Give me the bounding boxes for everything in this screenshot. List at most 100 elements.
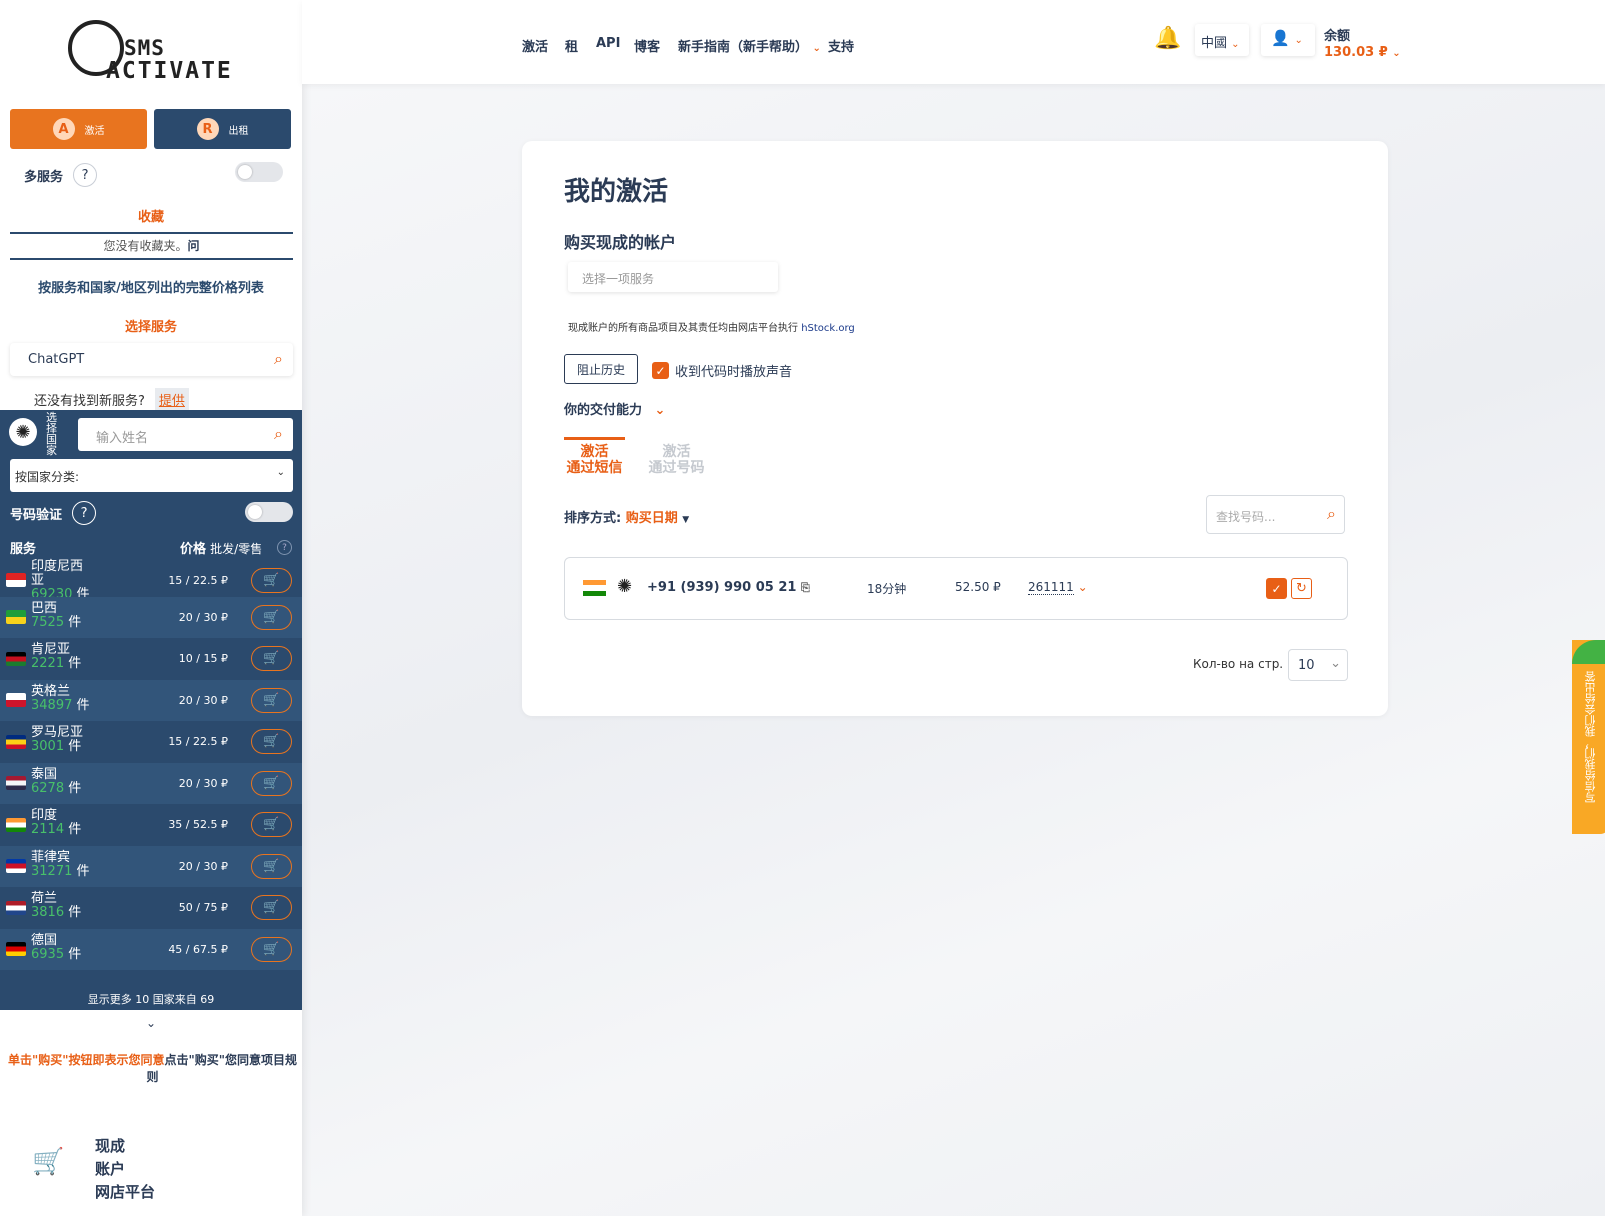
- buy-cart-button[interactable]: 🛒: [251, 646, 292, 671]
- country-row[interactable]: 罗马尼亚 3001 件 15 / 22.5 ₽ 🛒: [0, 721, 302, 762]
- service-select-input[interactable]: 选择一项服务: [568, 262, 778, 292]
- buy-cart-button[interactable]: 🛒: [251, 604, 292, 630]
- expand-chevron-icon[interactable]: ⌄: [0, 1016, 302, 1030]
- language-select[interactable]: 中國 ⌄: [1195, 24, 1249, 56]
- search-icon[interactable]: ⌕: [1327, 504, 1336, 524]
- activation-price: 52.50 ₽: [955, 580, 1001, 594]
- sound-checkbox[interactable]: ✓: [652, 362, 669, 379]
- count-unit: 件: [68, 656, 82, 671]
- country-row[interactable]: 巴西 7525 件 20 / 30 ₽ 🛒: [0, 596, 302, 638]
- not-found-text: 还没有找到新服务?: [34, 394, 145, 409]
- bell-icon[interactable]: 🔔: [1154, 26, 1181, 51]
- per-page-select[interactable]: 10 ⌄: [1288, 649, 1348, 681]
- sort-control[interactable]: 排序方式: 购买日期 ▼: [564, 507, 689, 526]
- search-icon[interactable]: ⌕: [274, 349, 283, 369]
- number-verify-toggle[interactable]: [245, 502, 293, 522]
- number-verify-help-icon[interactable]: ?: [72, 501, 97, 525]
- buy-cart-button[interactable]: 🛒: [251, 687, 292, 713]
- suggest-service-link[interactable]: 提供: [154, 388, 189, 411]
- service-select-placeholder: 选择一项服务: [582, 272, 655, 286]
- favorites-help-link[interactable]: 问: [188, 239, 200, 253]
- hstock-link[interactable]: hStock.org: [801, 323, 855, 334]
- nav-api[interactable]: API: [596, 36, 620, 51]
- marketplace-link[interactable]: 现成 账户 网店平台: [95, 1135, 155, 1204]
- chevron-down-icon: ⌄: [654, 403, 666, 418]
- nav-activate[interactable]: 激活: [522, 36, 548, 55]
- flag-icon: [6, 776, 26, 790]
- country-name: 菲律宾 31271 件: [31, 850, 90, 879]
- buy-cart-button[interactable]: 🛒: [251, 729, 292, 754]
- country-row[interactable]: 印度 2114 件 35 / 52.5 ₽ 🛒: [0, 804, 302, 845]
- country-row[interactable]: 英格兰 34897 件 20 / 30 ₽ 🛒: [0, 679, 302, 721]
- search-icon[interactable]: ⌕: [274, 424, 283, 444]
- activation-code[interactable]: 261111 ⌄: [1028, 580, 1088, 595]
- buy-cart-button[interactable]: 🛒: [251, 895, 292, 920]
- flag-icon: [6, 693, 26, 707]
- refresh-button[interactable]: ↻: [1291, 578, 1312, 599]
- price-help-icon[interactable]: ?: [277, 540, 292, 555]
- agree-text: 单击"购买"按钮即表示您同意点击"购买"您同意项目规则: [5, 1052, 300, 1086]
- country-row[interactable]: 菲律宾 31271 件 20 / 30 ₽ 🛒: [0, 845, 302, 887]
- copy-icon[interactable]: ⎘: [801, 581, 810, 594]
- flag-icon: [6, 942, 26, 956]
- multi-service-help-icon[interactable]: ?: [73, 163, 98, 187]
- nav-rent[interactable]: 租: [565, 36, 578, 55]
- caret-down-icon: ▼: [682, 515, 690, 525]
- country-row[interactable]: 泰国 6278 件 20 / 30 ₽ 🛒: [0, 762, 302, 804]
- feedback-text: 写信给我们，我们会给出答: [1584, 671, 1597, 803]
- buy-cart-button[interactable]: 🛒: [251, 853, 292, 879]
- country-name: 肯尼亚 2221 件: [31, 643, 81, 671]
- flag-icon: [6, 900, 26, 915]
- delivery-label: 你的交付能力: [564, 403, 643, 418]
- country-price: 10 / 15 ₽: [178, 652, 228, 665]
- per-page-label: Кол-во на стр.: [1193, 657, 1284, 671]
- feedback-tab[interactable]: 写信给我们，我们会给出答: [1572, 640, 1605, 834]
- activations-card: 我的激活 购买现成的帐户 选择一项服务 现成账户的所有商品项目及其责任均由网店平…: [522, 141, 1388, 716]
- country-label: 德国: [31, 932, 58, 948]
- price-list-link[interactable]: 按服务和国家/地区列出的完整价格列表: [0, 277, 302, 296]
- country-search-input[interactable]: 输入姓名 ⌕: [78, 418, 293, 451]
- country-category-select[interactable]: 按国家分类: ⌄: [10, 459, 293, 492]
- country-row[interactable]: 德国 6935 件 45 / 67.5 ₽ 🛒: [0, 928, 302, 970]
- rent-mode-button[interactable]: R 出租: [154, 109, 291, 149]
- delivery-toggle[interactable]: 你的交付能力 ⌄: [564, 399, 665, 418]
- logo-text-sms: SMS: [124, 36, 165, 60]
- country-name: 泰国 6278 件: [31, 767, 81, 796]
- confirm-check-button[interactable]: ✓: [1266, 578, 1287, 599]
- buy-cart-button[interactable]: 🛒: [251, 567, 292, 593]
- cart-shop-icon: 🛒: [32, 1147, 65, 1177]
- show-more-link[interactable]: 显示更多 10 国家来自 69: [0, 991, 302, 1007]
- tab-sms[interactable]: 激活 通过短信: [564, 437, 625, 476]
- country-count: 3816: [31, 905, 65, 920]
- tab-number[interactable]: 激活 通过号码: [646, 440, 707, 476]
- country-price: 45 / 67.5 ₽: [168, 942, 228, 956]
- buy-cart-button[interactable]: 🛒: [251, 936, 292, 962]
- nav-support[interactable]: 支持: [828, 36, 854, 55]
- country-category-value: 按国家分类:: [15, 470, 80, 484]
- user-menu[interactable]: 👤 ⌄: [1261, 24, 1315, 56]
- select-service-title: 选择服务: [124, 320, 177, 335]
- buy-cart-button[interactable]: 🛒: [251, 812, 292, 837]
- country-row[interactable]: 荷兰 3816 件 50 / 75 ₽ 🛒: [0, 887, 302, 928]
- agree-rules-link[interactable]: 点击"购买"您同意项目规则: [146, 1053, 297, 1084]
- block-history-button[interactable]: 阻止历史: [564, 354, 638, 384]
- activate-mode-button[interactable]: A 激活: [10, 109, 147, 149]
- rent-icon: R: [196, 118, 219, 140]
- country-row[interactable]: 肯尼亚 2221 件 10 / 15 ₽ 🛒: [0, 638, 302, 679]
- sound-option[interactable]: ✓ 收到代码时播放声音: [652, 361, 792, 380]
- country-name: 荷兰 3816 件: [31, 892, 81, 920]
- buy-cart-button[interactable]: 🛒: [251, 770, 292, 796]
- page-title: 我的激活: [564, 177, 669, 207]
- number-search-input[interactable]: 查找号码... ⌕: [1206, 495, 1345, 534]
- service-search-input[interactable]: ChatGPT ⌕: [10, 343, 293, 376]
- logo[interactable]: SMS ACTIVATE: [68, 16, 238, 88]
- rent-mode-label: 出租: [228, 125, 249, 137]
- multi-service-toggle[interactable]: [235, 162, 283, 182]
- sound-label: 收到代码时播放声音: [675, 365, 793, 380]
- balance-value[interactable]: 130.03 ₽ ⌄: [1324, 45, 1401, 60]
- nav-guide[interactable]: 新手指南（新手帮助） ⌄: [678, 36, 821, 55]
- nav-blog[interactable]: 博客: [634, 36, 660, 55]
- chevron-down-icon: ⌄: [812, 43, 821, 54]
- country-price: 35 / 52.5 ₽: [168, 818, 228, 831]
- activation-phone[interactable]: +91 (939) 990 05 21 ⎘: [647, 580, 810, 595]
